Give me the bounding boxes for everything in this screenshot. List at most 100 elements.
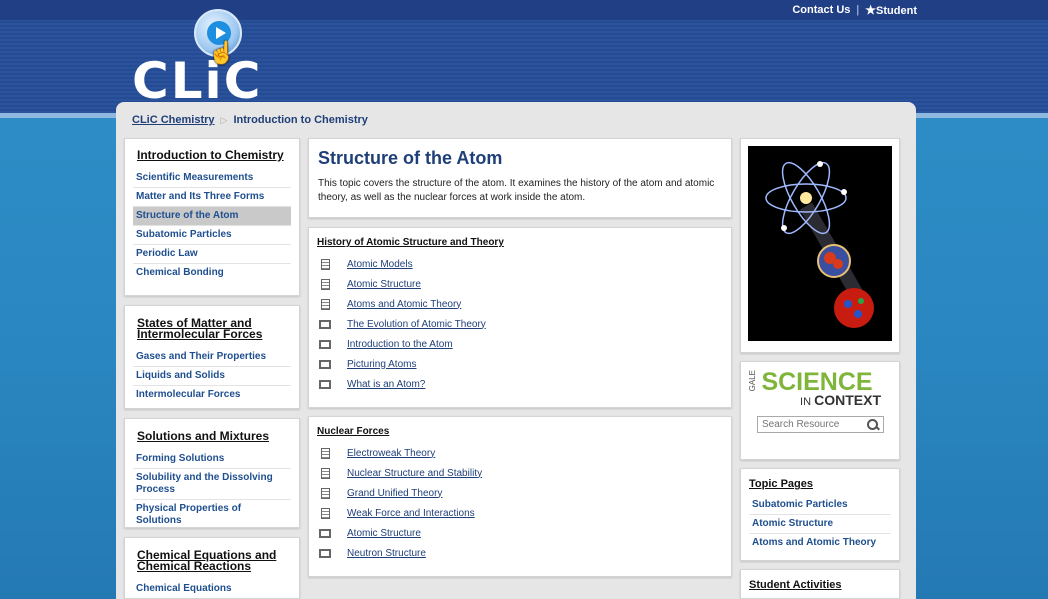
video-icon bbox=[319, 319, 331, 329]
resource-item: Atomic Structure bbox=[319, 274, 731, 294]
search-resource-field bbox=[757, 416, 884, 433]
student-activities-box: Student Activities bbox=[740, 569, 900, 599]
in-label: IN bbox=[800, 396, 812, 408]
nav-equations-title[interactable]: Chemical Equations and Chemical Reaction… bbox=[137, 549, 287, 572]
nucleon bbox=[834, 288, 874, 328]
star-icon: ★ bbox=[865, 3, 877, 17]
intro-box: Structure of the Atom This topic covers … bbox=[308, 138, 732, 218]
nav-box-solutions: Solutions and Mixtures Forming Solutions… bbox=[124, 418, 300, 528]
resource-link[interactable]: Picturing Atoms bbox=[347, 359, 416, 370]
topic-pages-list: Subatomic Particles Atomic Structure Ato… bbox=[741, 496, 899, 552]
history-box: History of Atomic Structure and Theory A… bbox=[308, 227, 732, 408]
nav-intro-title[interactable]: Introduction to Chemistry bbox=[137, 149, 287, 161]
play-icon bbox=[216, 27, 226, 39]
nav-solutions-list: Forming Solutions Solubility and the Dis… bbox=[125, 450, 299, 530]
resource-item: Atomic Models bbox=[319, 254, 731, 274]
topic-page-atomic-structure[interactable]: Atomic Structure bbox=[749, 515, 891, 534]
resource-link[interactable]: Introduction to the Atom bbox=[347, 339, 453, 350]
student-link[interactable]: ★Student bbox=[865, 3, 917, 17]
resource-item: Neutron Structure bbox=[319, 543, 731, 563]
nav-intro-list: Scientific Measurements Matter and Its T… bbox=[125, 169, 299, 282]
resource-item: What is an Atom? bbox=[319, 374, 731, 394]
breadcrumb: CLiC Chemistry ▷ Introduction to Chemist… bbox=[132, 114, 368, 126]
nav-box-equations: Chemical Equations and Chemical Reaction… bbox=[124, 537, 300, 599]
document-icon bbox=[321, 507, 330, 519]
nav-states-list: Gases and Their Properties Liquids and S… bbox=[125, 348, 299, 404]
resource-item: Weak Force and Interactions bbox=[319, 503, 731, 523]
nav-item-gases[interactable]: Gases and Their Properties bbox=[133, 348, 291, 367]
resource-item: Electroweak Theory bbox=[319, 443, 731, 463]
hand-cursor-icon: ☝ bbox=[208, 40, 236, 65]
resource-link[interactable]: Atoms and Atomic Theory bbox=[347, 299, 461, 310]
nav-item-liquids-solids[interactable]: Liquids and Solids bbox=[133, 367, 291, 386]
document-icon bbox=[321, 278, 330, 290]
nuclear-title[interactable]: Nuclear Forces bbox=[317, 426, 723, 437]
resource-item: Nuclear Structure and Stability bbox=[319, 463, 731, 483]
atom-illustration[interactable] bbox=[748, 146, 892, 341]
breadcrumb-home-link[interactable]: CLiC Chemistry bbox=[132, 114, 215, 126]
context-label: CONTEXT bbox=[814, 392, 881, 408]
topic-pages-box: Topic Pages Subatomic Particles Atomic S… bbox=[740, 468, 900, 561]
nav-equations-list: Chemical Equations bbox=[125, 580, 299, 598]
science-in-context-logo[interactable]: GALE SCIENCE IN CONTEXT bbox=[748, 370, 891, 408]
resource-item: Grand Unified Theory bbox=[319, 483, 731, 503]
document-icon bbox=[321, 447, 330, 459]
nav-item-periodic-law[interactable]: Periodic Law bbox=[133, 245, 291, 264]
nav-item-scientific-measurements[interactable]: Scientific Measurements bbox=[133, 169, 291, 188]
nav-solutions-title[interactable]: Solutions and Mixtures bbox=[137, 430, 287, 442]
video-icon bbox=[319, 339, 331, 349]
document-icon bbox=[321, 258, 330, 270]
resource-item: Atomic Structure bbox=[319, 523, 731, 543]
nav-item-structure-of-atom[interactable]: Structure of the Atom bbox=[133, 207, 291, 226]
resource-item: Atoms and Atomic Theory bbox=[319, 294, 731, 314]
document-icon bbox=[321, 467, 330, 479]
contact-us-link[interactable]: Contact Us bbox=[792, 4, 850, 16]
nav-item-subatomic-particles[interactable]: Subatomic Particles bbox=[133, 226, 291, 245]
atom-orbits bbox=[765, 161, 847, 235]
breadcrumb-current: Introduction to Chemistry bbox=[233, 114, 368, 126]
nav-states-title[interactable]: States of Matter and Intermolecular Forc… bbox=[137, 317, 287, 340]
resource-link[interactable]: Atomic Structure bbox=[347, 528, 421, 539]
video-icon bbox=[319, 359, 331, 369]
video-icon bbox=[319, 548, 331, 558]
nav-item-matter-three-forms[interactable]: Matter and Its Three Forms bbox=[133, 188, 291, 207]
resource-link[interactable]: What is an Atom? bbox=[347, 379, 425, 390]
resource-link[interactable]: Grand Unified Theory bbox=[347, 488, 442, 499]
resource-link[interactable]: The Evolution of Atomic Theory bbox=[347, 319, 486, 330]
resource-link[interactable]: Weak Force and Interactions bbox=[347, 508, 475, 519]
top-links: Contact Us | ★Student bbox=[792, 3, 917, 17]
nav-item-chemical-bonding[interactable]: Chemical Bonding bbox=[133, 264, 291, 282]
nav-item-forming-solutions[interactable]: Forming Solutions bbox=[133, 450, 291, 469]
document-icon bbox=[321, 298, 330, 310]
nav-item-intermolecular-forces[interactable]: Intermolecular Forces bbox=[133, 386, 291, 404]
resource-link[interactable]: Electroweak Theory bbox=[347, 448, 435, 459]
search-input[interactable] bbox=[758, 419, 866, 430]
resource-link[interactable]: Atomic Models bbox=[347, 259, 413, 270]
student-activities-title[interactable]: Student Activities bbox=[749, 580, 891, 591]
topic-page-subatomic-particles[interactable]: Subatomic Particles bbox=[749, 496, 891, 515]
nav-item-chemical-equations[interactable]: Chemical Equations bbox=[133, 580, 291, 598]
video-icon bbox=[319, 379, 331, 389]
search-icon[interactable] bbox=[866, 418, 880, 432]
page-title: Structure of the Atom bbox=[318, 148, 503, 168]
topic-page-atoms-theory[interactable]: Atoms and Atomic Theory bbox=[749, 534, 891, 552]
nav-item-physical-properties[interactable]: Physical Properties of Solutions bbox=[133, 500, 291, 530]
nav-box-states: States of Matter and Intermolecular Forc… bbox=[124, 305, 300, 409]
top-links-separator: | bbox=[856, 4, 860, 16]
student-label: Student bbox=[876, 5, 917, 17]
resource-link[interactable]: Atomic Structure bbox=[347, 279, 421, 290]
page-description: This topic covers the structure of the a… bbox=[318, 178, 715, 203]
resource-link[interactable]: Nuclear Structure and Stability bbox=[347, 468, 482, 479]
document-icon bbox=[321, 487, 330, 499]
atom-svg bbox=[765, 161, 874, 328]
resource-link[interactable]: Neutron Structure bbox=[347, 548, 426, 559]
resource-item: Introduction to the Atom bbox=[319, 334, 731, 354]
video-icon bbox=[319, 528, 331, 538]
nuclear-box: Nuclear Forces Electroweak Theory Nuclea… bbox=[308, 416, 732, 577]
nav-box-intro: Introduction to Chemistry Scientific Mea… bbox=[124, 138, 300, 296]
nav-item-solubility[interactable]: Solubility and the Dissolving Process bbox=[133, 469, 291, 500]
history-title[interactable]: History of Atomic Structure and Theory bbox=[317, 237, 723, 248]
science-in-context-box: GALE SCIENCE IN CONTEXT bbox=[740, 361, 900, 460]
resource-item: Picturing Atoms bbox=[319, 354, 731, 374]
topic-pages-title[interactable]: Topic Pages bbox=[749, 479, 891, 490]
